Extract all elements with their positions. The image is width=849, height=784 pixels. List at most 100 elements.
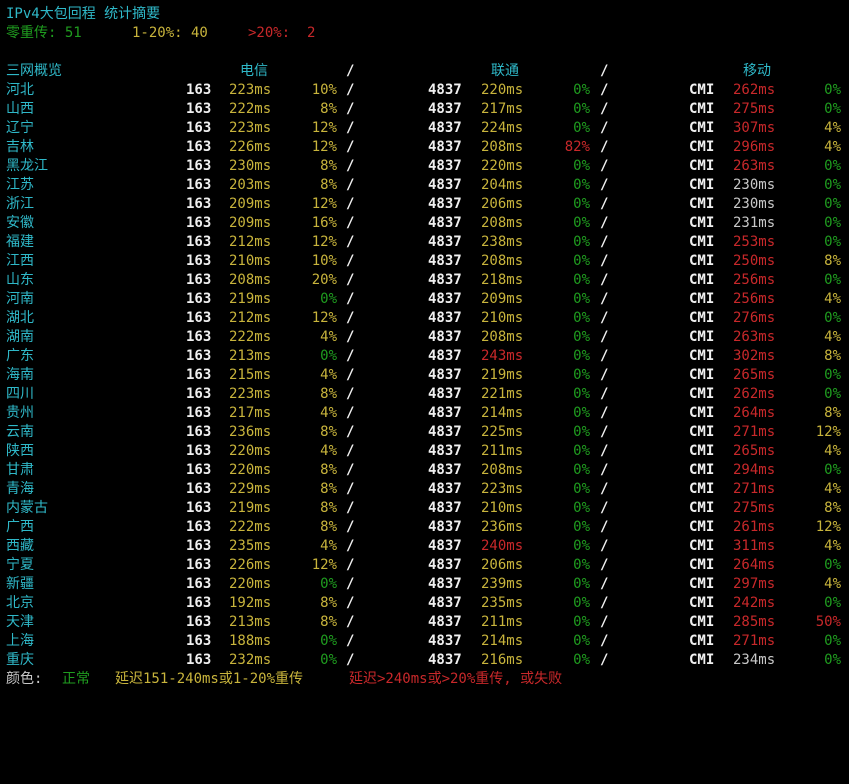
mobile-loss: 8% [824, 405, 841, 421]
telecom-loss: 4% [320, 367, 337, 383]
telecom-loss: 4% [320, 443, 337, 459]
telecom-loss: 8% [320, 101, 337, 117]
table-row: 上海 163 188ms 0% / 4837 214ms 0% / CMI 271ms 0% [0, 632, 849, 651]
unicom-loss: 0% [573, 310, 590, 326]
mobile-loss: 4% [824, 120, 841, 136]
unicom-asn: 4837 [428, 215, 462, 231]
telecom-asn: 163 [186, 405, 212, 421]
mobile-asn: CMI [689, 519, 715, 535]
province-name: 陕西 [6, 443, 34, 459]
unicom-separator: / [600, 348, 609, 364]
telecom-latency: 217ms [229, 405, 272, 421]
telecom-separator: / [346, 291, 355, 307]
mobile-latency: 234ms [733, 652, 776, 668]
mobile-latency: 264ms [733, 557, 776, 573]
unicom-latency: 214ms [481, 633, 524, 649]
mobile-latency: 271ms [733, 481, 776, 497]
telecom-loss: 0% [320, 652, 337, 668]
mobile-asn: CMI [689, 576, 715, 592]
telecom-latency: 229ms [229, 481, 272, 497]
unicom-loss: 0% [573, 158, 590, 174]
unicom-latency: 216ms [481, 652, 524, 668]
telecom-separator: / [346, 139, 355, 155]
terminal-window: IPv4大包回程 统计摘要 零重传: 51 1-20%: 40 >20%: 2 … [0, 0, 849, 696]
unicom-separator: / [600, 519, 609, 535]
telecom-separator: / [346, 443, 355, 459]
telecom-asn: 163 [186, 367, 212, 383]
telecom-latency: 232ms [229, 652, 272, 668]
telecom-loss: 8% [320, 424, 337, 440]
telecom-separator: / [346, 253, 355, 269]
unicom-latency: 220ms [481, 158, 524, 174]
telecom-loss: 0% [320, 576, 337, 592]
table-row: 西藏 163 235ms 4% / 4837 240ms 0% / CMI 311ms 4% [0, 537, 849, 556]
telecom-latency: 235ms [229, 538, 272, 554]
unicom-asn: 4837 [428, 82, 462, 98]
telecom-separator: / [346, 196, 355, 212]
unicom-separator: / [600, 443, 609, 459]
unicom-separator: / [600, 272, 609, 288]
mobile-latency: 302ms [733, 348, 776, 364]
telecom-asn: 163 [186, 329, 212, 345]
unicom-separator: / [600, 234, 609, 250]
summary-title: IPv4大包回程 统计摘要 [6, 6, 161, 22]
unicom-separator: / [600, 405, 609, 421]
mobile-loss: 0% [824, 386, 841, 402]
mobile-asn: CMI [689, 82, 715, 98]
unicom-latency: 210ms [481, 310, 524, 326]
table-row: 江苏 163 203ms 8% / 4837 204ms 0% / CMI 230ms 0% [0, 176, 849, 195]
telecom-asn: 163 [186, 101, 212, 117]
mobile-loss: 0% [824, 272, 841, 288]
unicom-latency: 211ms [481, 614, 524, 630]
unicom-loss: 0% [573, 462, 590, 478]
unicom-separator: / [600, 386, 609, 402]
province-name: 北京 [6, 595, 34, 611]
unicom-latency: 235ms [481, 595, 524, 611]
mobile-loss: 8% [824, 253, 841, 269]
mobile-asn: CMI [689, 500, 715, 516]
unicom-asn: 4837 [428, 462, 462, 478]
unicom-asn: 4837 [428, 101, 462, 117]
unicom-loss: 0% [573, 595, 590, 611]
legend-mid: 延迟151-240ms或1-20%重传 [115, 671, 304, 687]
unicom-asn: 4837 [428, 177, 462, 193]
province-name: 天津 [6, 614, 34, 630]
table-row: 内蒙古 163 219ms 8% / 4837 210ms 0% / CMI 275ms 8% [0, 499, 849, 518]
mobile-latency: 271ms [733, 633, 776, 649]
mobile-asn: CMI [689, 595, 715, 611]
unicom-latency: 218ms [481, 272, 524, 288]
telecom-asn: 163 [186, 424, 212, 440]
unicom-latency: 243ms [481, 348, 524, 364]
telecom-separator: / [346, 158, 355, 174]
telecom-latency: 223ms [229, 386, 272, 402]
mobile-latency: 264ms [733, 405, 776, 421]
unicom-asn: 4837 [428, 405, 462, 421]
telecom-separator: / [346, 500, 355, 516]
unicom-separator: / [600, 462, 609, 478]
mobile-latency: 262ms [733, 82, 776, 98]
unicom-separator: / [600, 557, 609, 573]
telecom-asn: 163 [186, 538, 212, 554]
unicom-separator: / [600, 481, 609, 497]
telecom-latency: 226ms [229, 557, 272, 573]
unicom-asn: 4837 [428, 120, 462, 136]
unicom-asn: 4837 [428, 424, 462, 440]
telecom-separator: / [346, 576, 355, 592]
mobile-latency: 231ms [733, 215, 776, 231]
province-name: 山西 [6, 101, 34, 117]
telecom-asn: 163 [186, 177, 212, 193]
unicom-latency: 225ms [481, 424, 524, 440]
unicom-loss: 0% [573, 481, 590, 497]
telecom-latency: 236ms [229, 424, 272, 440]
unicom-loss: 0% [573, 405, 590, 421]
table-row: 山东 163 208ms 20% / 4837 218ms 0% / CMI 256ms 0% [0, 271, 849, 290]
unicom-loss: 0% [573, 291, 590, 307]
telecom-separator: / [346, 519, 355, 535]
telecom-loss: 8% [320, 595, 337, 611]
province-name: 江苏 [6, 177, 34, 193]
province-name: 湖北 [6, 310, 34, 326]
mobile-asn: CMI [689, 158, 715, 174]
telecom-latency: 226ms [229, 139, 272, 155]
mobile-asn: CMI [689, 215, 715, 231]
unicom-separator: / [600, 139, 609, 155]
